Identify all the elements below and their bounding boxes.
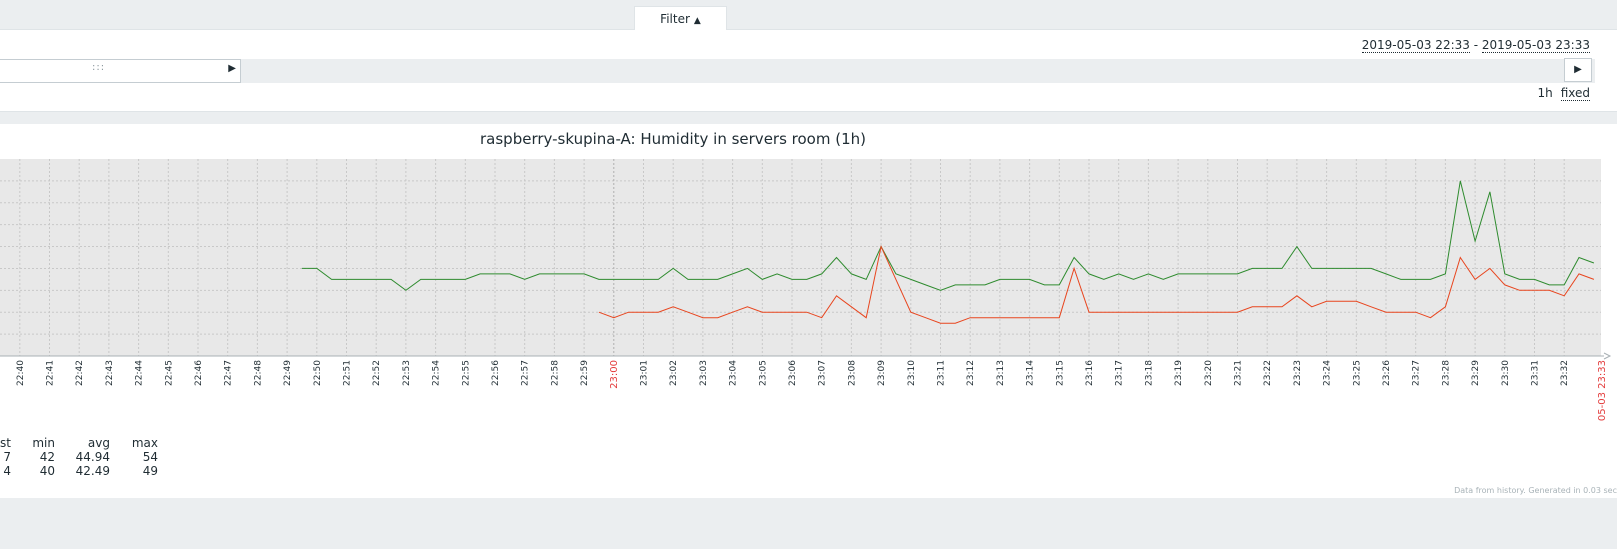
x-tick-label: 23:02 — [669, 360, 679, 386]
x-tick-label: 23:06 — [788, 360, 798, 386]
x-tick-label: 23:03 — [699, 360, 709, 386]
play-right-icon: ▶ — [1574, 64, 1582, 75]
x-tick-label: 22:51 — [343, 360, 353, 386]
x-tick-label: 22:48 — [253, 360, 263, 386]
humidity-chart: raspberry-skupina-A: Humidity in servers… — [0, 130, 1612, 421]
x-tick-label: 23:18 — [1144, 360, 1154, 386]
x-tick-label: 23:16 — [1085, 360, 1095, 386]
legend-header-min: min — [32, 436, 55, 450]
x-tick-label: 22:54 — [432, 360, 442, 386]
x-tick-label: 23:00 — [609, 360, 620, 389]
x-tick-label: 23:24 — [1323, 360, 1333, 386]
x-tick-label: 22:43 — [105, 360, 115, 386]
generation-note: Data from history. Generated in 0.03 sec — [1454, 486, 1617, 495]
x-tick-label: 22:57 — [521, 360, 531, 386]
x-tick-label: 23:25 — [1352, 360, 1362, 386]
legend-min: 40 — [39, 464, 55, 478]
x-tick-label: 22:42 — [75, 360, 85, 386]
legend-header-avg: avg — [87, 436, 110, 450]
collapse-arrow-icon: ▲ — [693, 16, 701, 26]
legend-row: 7 42 44.94 54 — [0, 450, 158, 464]
period-mode-link[interactable]: fixed — [1560, 86, 1590, 101]
filter-label: Filter — [660, 12, 690, 26]
x-tick-label: 23:22 — [1263, 360, 1273, 386]
legend-header-row: st min avg max — [0, 436, 158, 450]
x-tick-label: 23:04 — [729, 360, 739, 386]
x-tick-label: 23:13 — [996, 360, 1006, 386]
legend-avg: 44.94 — [75, 450, 110, 464]
x-tick-label: 23:27 — [1412, 360, 1422, 386]
x-tick-label: 23:08 — [847, 360, 857, 386]
legend-last: 4 — [3, 464, 11, 478]
period-row: 1h fixed — [1537, 86, 1590, 101]
chart-title: raspberry-skupina-A: Humidity in servers… — [480, 130, 866, 148]
x-tick-label: 23:17 — [1115, 360, 1125, 386]
x-tick-label: 23:10 — [907, 360, 917, 386]
x-tick-label: 23:20 — [1204, 360, 1214, 386]
legend-last: 7 — [3, 450, 11, 464]
x-tick-label: 22:49 — [283, 360, 293, 386]
x-tick-label: 22:40 — [16, 360, 26, 386]
x-tick-label: 22:47 — [224, 360, 234, 386]
filter-strip: Filter ▲ — [0, 0, 1617, 30]
x-tick-label: 22:59 — [580, 360, 590, 386]
x-tick-label: 22:58 — [550, 360, 560, 386]
legend-max: 54 — [142, 450, 158, 464]
time-selector-panel: 2019-05-03 22:33 - 2019-05-03 23:33 ::: … — [0, 30, 1617, 112]
x-tick-label: 23:11 — [937, 360, 947, 386]
x-tick-label: 23:28 — [1441, 360, 1451, 386]
x-tick-label: 23:21 — [1234, 360, 1244, 386]
legend-header-last: st — [0, 436, 11, 450]
x-tick-label: 23:23 — [1293, 360, 1303, 386]
graph-panel: raspberry-skupina-A: Humidity in servers… — [0, 124, 1617, 498]
x-tick-label: 23:19 — [1174, 360, 1184, 386]
x-tick-label: 22:53 — [402, 360, 412, 386]
time-range: 2019-05-03 22:33 - 2019-05-03 23:33 — [1361, 38, 1590, 53]
x-tick-label: 23:15 — [1055, 360, 1065, 386]
scroll-to-end-button[interactable]: ▶ — [1564, 58, 1592, 82]
plot-area — [0, 159, 1601, 356]
x-tick-label: 22:45 — [164, 360, 174, 386]
x-tick-label: 23:01 — [640, 360, 650, 386]
legend-table: st min avg max 7 42 44.94 54 4 40 42.49 … — [0, 436, 158, 478]
time-from-link[interactable]: 2019-05-03 22:33 — [1361, 38, 1470, 53]
legend-min: 42 — [39, 450, 55, 464]
x-end-label: 05-03 23:33 — [1597, 360, 1608, 421]
x-tick-label: 22:44 — [135, 360, 145, 386]
time-range-separator: - — [1469, 38, 1482, 52]
filter-toggle-button[interactable]: Filter ▲ — [634, 6, 727, 30]
x-tick-label: 23:31 — [1531, 360, 1541, 386]
thumb-right-arrow-icon[interactable]: ▶ — [228, 63, 236, 74]
drag-grip-icon[interactable]: ::: — [92, 62, 105, 73]
x-tick-label: 23:07 — [818, 360, 828, 386]
x-tick-label: 23:12 — [966, 360, 976, 386]
x-axis-arrow-icon — [1603, 352, 1612, 360]
x-tick-label: 23:29 — [1471, 360, 1481, 386]
x-tick-label: 22:55 — [461, 360, 471, 386]
period-value: 1h — [1537, 86, 1553, 100]
timeline-scrollbar[interactable]: ::: ▶ — [0, 59, 1595, 83]
x-tick-label: 22:50 — [313, 360, 323, 386]
x-tick-label: 23:26 — [1382, 360, 1392, 386]
legend-row: 4 40 42.49 49 — [0, 464, 158, 478]
legend-header-max: max — [131, 436, 158, 450]
x-tick-label: 23:32 — [1560, 360, 1570, 386]
timeline-scroll-thumb[interactable]: ::: ▶ — [0, 59, 241, 83]
legend-max: 49 — [142, 464, 158, 478]
x-tick-label: 23:30 — [1501, 360, 1511, 386]
x-tick-label: 22:56 — [491, 360, 501, 386]
time-to-link[interactable]: 2019-05-03 23:33 — [1481, 38, 1590, 53]
legend-avg: 42.49 — [75, 464, 110, 478]
x-tick-label: 23:05 — [758, 360, 768, 386]
x-tick-label: 23:14 — [1026, 360, 1036, 386]
x-tick-label: 23:09 — [877, 360, 887, 386]
x-tick-label: 22:41 — [46, 360, 56, 386]
x-tick-label: 22:52 — [372, 360, 382, 386]
x-tick-label: 22:46 — [194, 360, 204, 386]
